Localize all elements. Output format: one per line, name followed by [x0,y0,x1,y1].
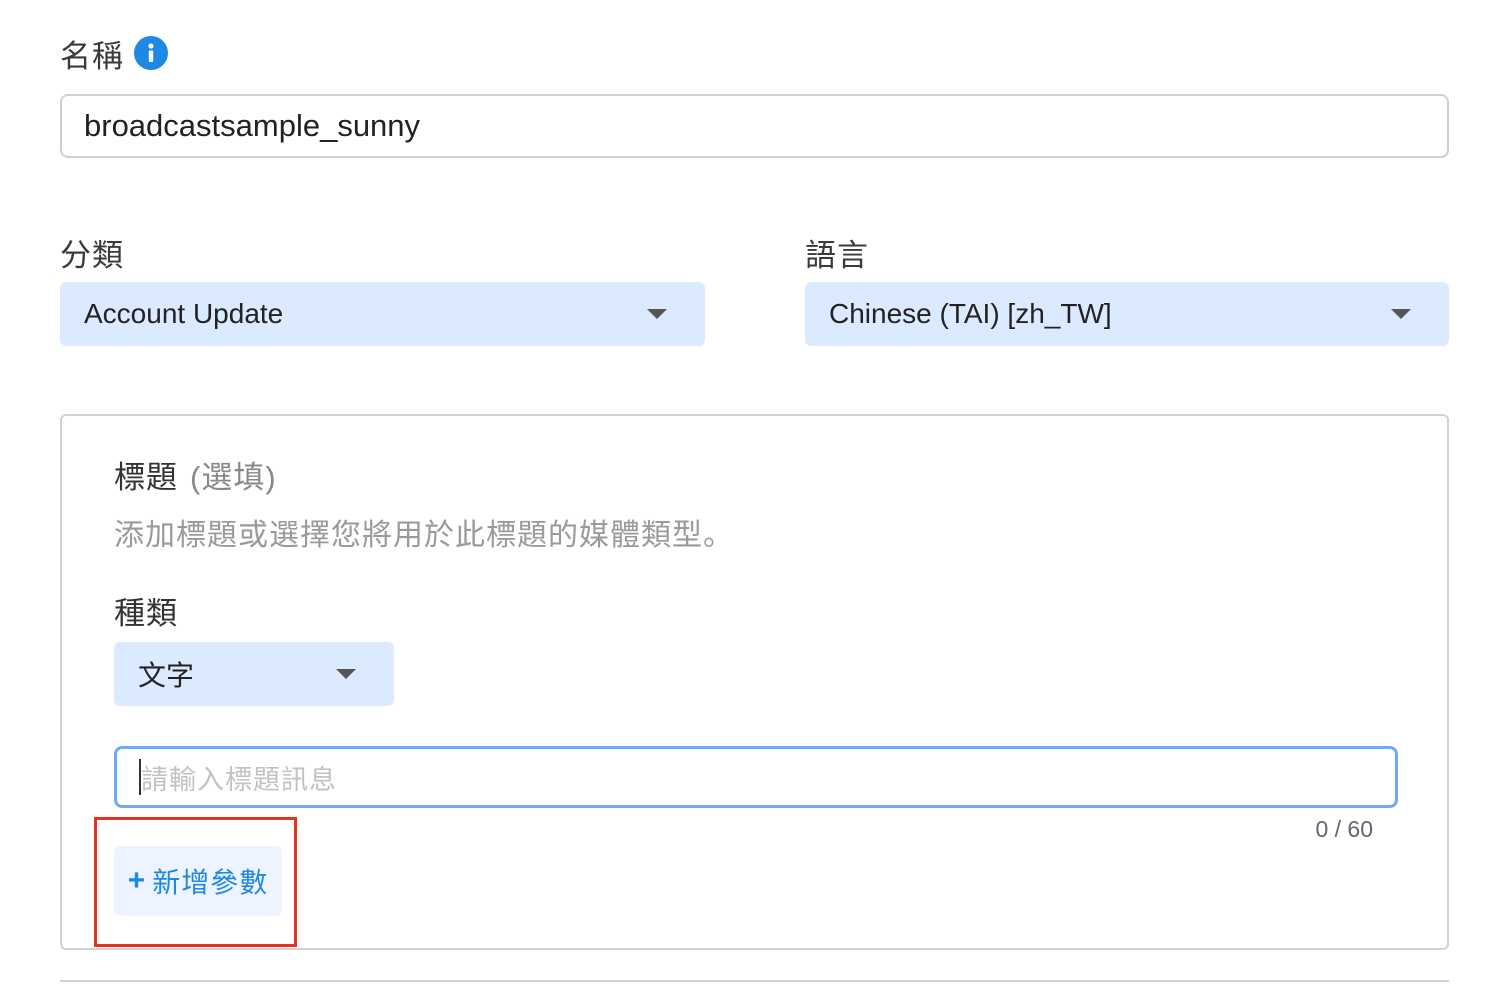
type-select-value: 文字 [138,660,195,691]
name-label-row: 名稱 [60,33,168,74]
name-input[interactable]: broadcastsample_sunny [60,94,1449,158]
chevron-down-icon [1391,309,1411,319]
header-message-placeholder: 請輸入標題訊息 [141,764,337,795]
chevron-down-icon [336,669,356,679]
language-label: 語言 [805,238,869,273]
info-icon[interactable] [134,36,168,70]
template-form: 名稱 broadcastsample_sunny 分類 Account Upda… [0,0,1512,984]
type-label: 種類 [114,596,178,631]
header-title-text: 標題 [114,460,178,495]
category-label: 分類 [60,238,124,273]
header-section-title: 標題 (選填) [114,452,277,497]
language-select[interactable]: Chinese (TAI) [zh_TW] [805,282,1449,346]
header-section-description: 添加標題或選擇您將用於此標題的媒體類型。 [114,519,734,552]
chevron-down-icon [647,309,667,319]
category-select[interactable]: Account Update [60,282,705,346]
name-label: 名稱 [60,38,124,74]
section-divider [60,980,1449,982]
category-select-value: Account Update [84,298,284,329]
name-input-value: broadcastsample_sunny [84,108,421,143]
header-optional-text: (選填) [190,460,277,495]
annotation-highlight-box [94,817,297,947]
language-select-value: Chinese (TAI) [zh_TW] [829,298,1112,329]
header-message-input[interactable]: 請輸入標題訊息 [114,746,1398,808]
char-counter: 0 / 60 [1315,816,1373,842]
type-select[interactable]: 文字 [114,642,394,706]
